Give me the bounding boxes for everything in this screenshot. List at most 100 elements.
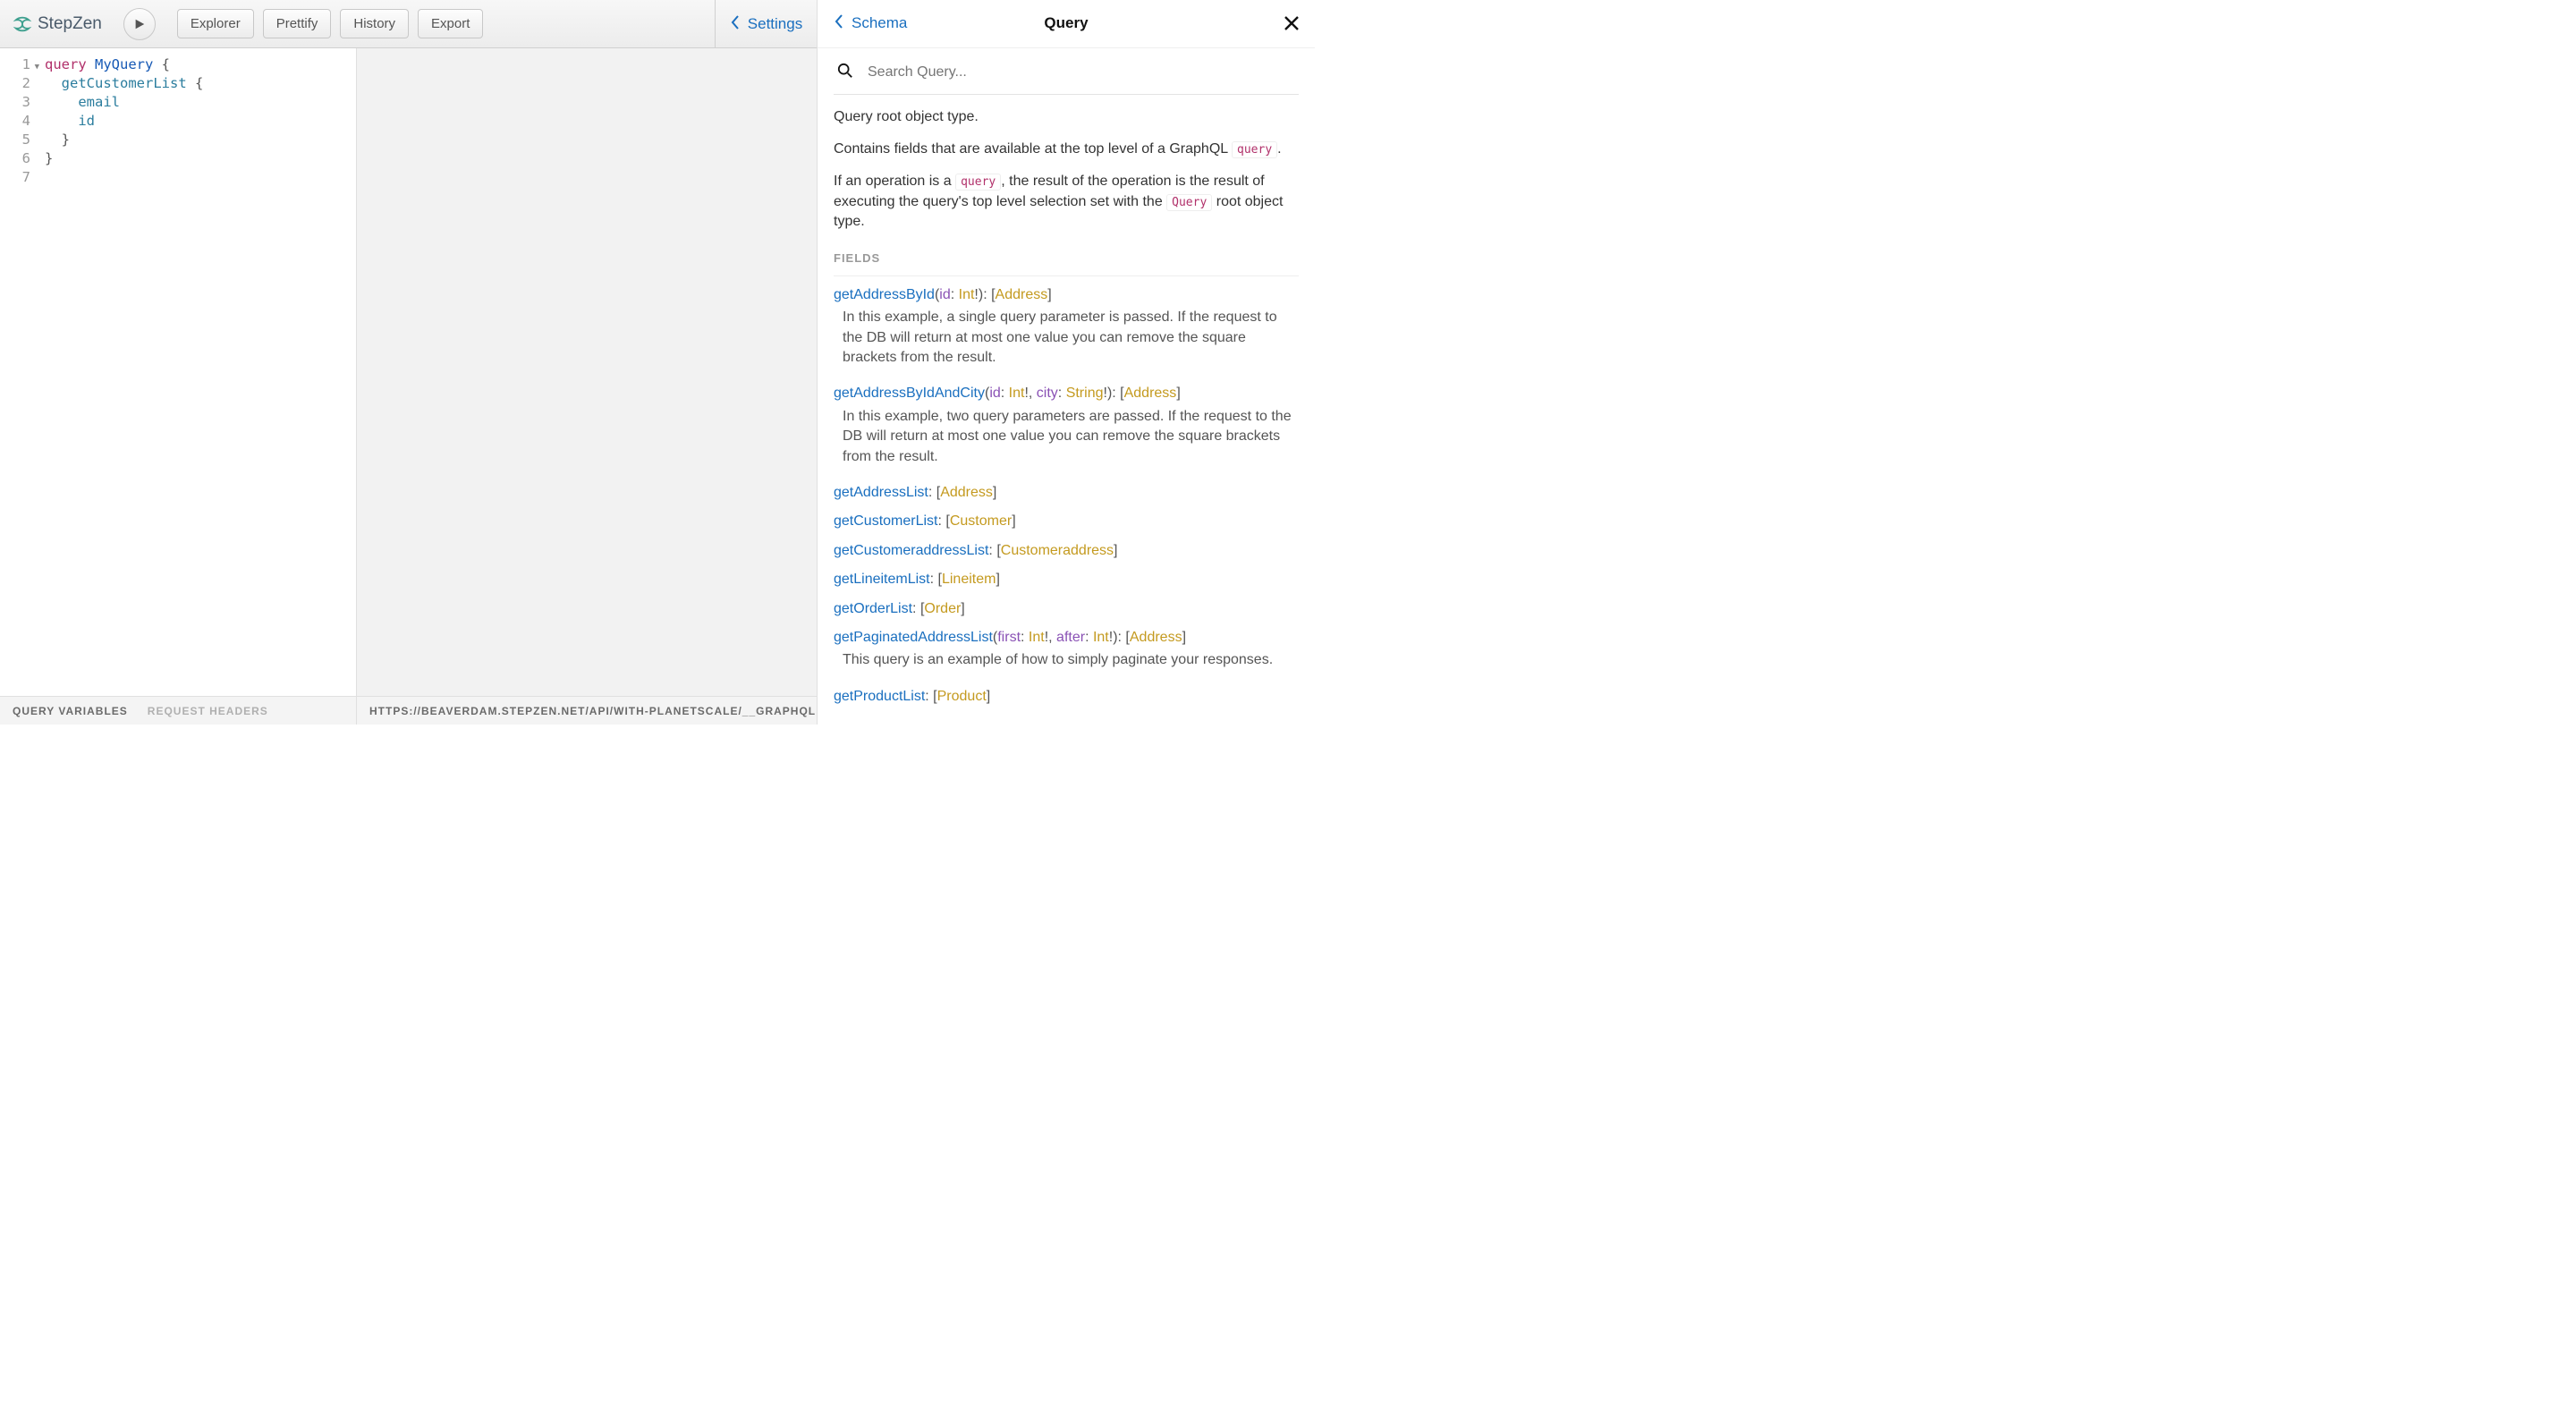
history-button[interactable]: History (340, 9, 409, 38)
return-type-link[interactable]: Product (937, 689, 987, 704)
search-icon (837, 63, 853, 83)
fields-list: getAddressById(id: Int!): [Address]In th… (834, 285, 1299, 707)
editor-gutter: 1▼234567 (0, 55, 39, 696)
field-description: In this example, a single query paramete… (834, 305, 1299, 375)
line-number: 3 (0, 93, 30, 112)
explorer-button[interactable]: Explorer (177, 9, 254, 38)
tab-query-variables[interactable]: QUERY VARIABLES (13, 705, 128, 717)
line-number: 2 (0, 74, 30, 93)
close-icon (1283, 14, 1301, 32)
line-number: 5 (0, 131, 30, 149)
arg-name: after (1056, 630, 1085, 645)
return-type-link[interactable]: Customer (950, 513, 1012, 529)
field-name-link[interactable]: getCustomeraddressList (834, 543, 988, 558)
field-item: getAddressList: [Address] (834, 483, 1299, 503)
field-signature: getAddressByIdAndCity(id: Int!, city: St… (834, 384, 1299, 403)
code-line (45, 168, 356, 187)
field-signature: getPaginatedAddressList(first: Int!, aft… (834, 628, 1299, 648)
arg-type-link[interactable]: String (1066, 386, 1104, 401)
field-description: In this example, two query parameters ar… (834, 404, 1299, 474)
arg-name: first (997, 630, 1021, 645)
execute-button[interactable] (123, 8, 156, 40)
code-pill: Query (1166, 194, 1212, 211)
field-item: getOrderList: [Order] (834, 599, 1299, 619)
return-type-link[interactable]: Lineitem (942, 572, 996, 587)
field-item: getCustomeraddressList: [Customeraddress… (834, 541, 1299, 561)
field-name-link[interactable]: getAddressById (834, 287, 935, 302)
docs-desc-2: Contains fields that are available at th… (834, 140, 1299, 159)
export-button[interactable]: Export (418, 9, 483, 38)
field-description: This query is an example of how to simpl… (834, 648, 1299, 677)
code-line: } (45, 149, 356, 168)
field-name-link[interactable]: getPaginatedAddressList (834, 630, 993, 645)
field-name-link[interactable]: getAddressList (834, 485, 928, 500)
code-line: getCustomerList { (45, 74, 356, 93)
docs-close-button[interactable] (1283, 14, 1301, 32)
docs-title: Query (1044, 14, 1088, 32)
field-name-link[interactable]: getLineitemList (834, 572, 930, 587)
field-item: getProductList: [Product] (834, 687, 1299, 707)
field-name-link[interactable]: getCustomerList (834, 513, 938, 529)
settings-label: Settings (748, 15, 802, 33)
prettify-button[interactable]: Prettify (263, 9, 332, 38)
tab-request-headers[interactable]: REQUEST HEADERS (148, 705, 268, 717)
chevron-left-icon (730, 14, 741, 35)
field-signature: getLineitemList: [Lineitem] (834, 570, 1299, 589)
fields-heading: FIELDS (834, 250, 1299, 276)
field-signature: getAddressById(id: Int!): [Address] (834, 285, 1299, 305)
arg-type-link[interactable]: Int (1093, 630, 1109, 645)
return-type-link[interactable]: Address (1124, 386, 1177, 401)
field-item: getPaginatedAddressList(first: Int!, aft… (834, 628, 1299, 678)
code-line: email (45, 93, 356, 112)
line-number: 6 (0, 149, 30, 168)
field-name-link[interactable]: getProductList (834, 689, 925, 704)
code-pill: query (955, 174, 1001, 191)
docs-panel: Schema Query Query root object type. Con… (817, 0, 1315, 725)
field-name-link[interactable]: getOrderList (834, 601, 912, 616)
docs-desc-1: Query root object type. (834, 107, 1299, 127)
docs-desc-3: If an operation is a query, the result o… (834, 172, 1299, 232)
arg-name: id (939, 287, 950, 302)
docs-header: Schema Query (818, 0, 1315, 48)
docs-back-button[interactable]: Schema (834, 13, 907, 34)
docs-search (834, 55, 1299, 95)
query-editor[interactable]: 1▼234567 query MyQuery { getCustomerList… (0, 48, 356, 696)
field-item: getLineitemList: [Lineitem] (834, 570, 1299, 589)
field-signature: getCustomerList: [Customer] (834, 512, 1299, 531)
line-number: 7 (0, 168, 30, 187)
code-line: query MyQuery { (45, 55, 356, 74)
field-name-link[interactable]: getAddressByIdAndCity (834, 386, 985, 401)
play-icon (133, 18, 146, 30)
return-type-link[interactable]: Order (924, 601, 961, 616)
arg-type-link[interactable]: Int (1029, 630, 1045, 645)
field-signature: getAddressList: [Address] (834, 483, 1299, 503)
code-pill: query (1232, 141, 1277, 158)
return-type-link[interactable]: Address (1130, 630, 1182, 645)
editor-code[interactable]: query MyQuery { getCustomerList { email … (39, 55, 356, 696)
return-type-link[interactable]: Customeraddress (1001, 543, 1114, 558)
arg-name: id (989, 386, 1000, 401)
line-number: 4 (0, 112, 30, 131)
field-signature: getProductList: [Product] (834, 687, 1299, 707)
fold-caret-icon[interactable]: ▼ (35, 58, 39, 77)
brand-name: StepZen (38, 14, 102, 34)
endpoint-url: HTTPS://BEAVERDAM.STEPZEN.NET/API/WITH-P… (369, 705, 816, 717)
field-signature: getOrderList: [Order] (834, 599, 1299, 619)
code-line: } (45, 131, 356, 149)
settings-toggle[interactable]: Settings (715, 0, 817, 48)
chevron-left-icon (834, 13, 844, 34)
field-item: getAddressById(id: Int!): [Address]In th… (834, 285, 1299, 376)
field-signature: getCustomeraddressList: [Customeraddress… (834, 541, 1299, 561)
docs-body: Query root object type. Contains fields … (818, 95, 1315, 725)
docs-search-input[interactable] (868, 64, 1295, 81)
arg-type-link[interactable]: Int (959, 287, 975, 302)
brand-logo-icon (13, 14, 32, 34)
editor-footer: QUERY VARIABLES REQUEST HEADERS (0, 696, 356, 725)
editor-column: 1▼234567 query MyQuery { getCustomerList… (0, 48, 357, 725)
field-item: getCustomerList: [Customer] (834, 512, 1299, 531)
return-type-link[interactable]: Address (940, 485, 993, 500)
arg-type-link[interactable]: Int (1009, 386, 1025, 401)
return-type-link[interactable]: Address (996, 287, 1048, 302)
code-line: id (45, 112, 356, 131)
line-number: 1▼ (0, 55, 30, 74)
